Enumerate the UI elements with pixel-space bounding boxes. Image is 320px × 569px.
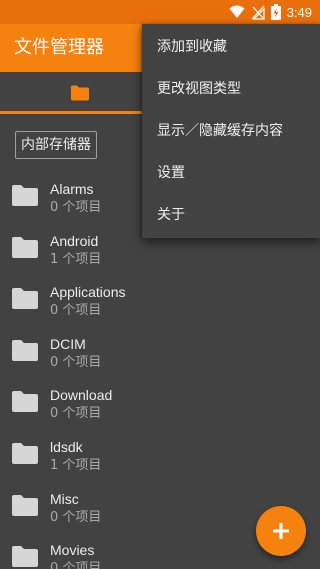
file-name: Misc [50,490,79,507]
list-item[interactable]: Applications 0 个项目 [0,273,320,325]
menu-item-about[interactable]: 关于 [142,194,320,236]
tab-folders[interactable] [0,72,160,114]
status-icons: 3:49 [229,3,312,21]
file-item-count: 0 个项目 [50,406,102,422]
file-item-count: 0 个项目 [50,303,102,319]
folder-icon [12,494,38,516]
file-manager-app: 3:49 文件管理器 内部存储器 Alarms 0 个项目 Android 1 … [0,0,320,569]
file-name: Android [50,232,99,249]
folder-icon [71,85,89,101]
file-name: DCIM [50,335,86,352]
file-item-count: 0 个项目 [50,509,102,525]
menu-item-toggle-cache[interactable]: 显示／隐藏缓存内容 [142,110,320,152]
menu-item-change-view-type[interactable]: 更改视图类型 [142,68,320,110]
folder-icon [12,339,38,361]
app-title: 文件管理器 [14,37,104,58]
tab-indicator [0,111,160,114]
list-item[interactable]: DCIM 0 个项目 [0,325,320,377]
list-item[interactable]: Download 0 个项目 [0,376,320,428]
status-time: 3:49 [286,4,312,20]
file-item-count: 1 个项目 [50,457,102,473]
list-item[interactable]: ldsdk 1 个项目 [0,428,320,480]
folder-icon [12,442,38,464]
folder-icon [12,185,38,206]
storage-location-button[interactable]: 内部存储器 [15,131,97,159]
file-name: Download [50,387,113,404]
file-item-count: 1 个项目 [50,251,102,267]
folder-icon [12,288,38,310]
file-item-count: 0 个项目 [50,200,102,215]
file-item-count: 0 个项目 [50,561,102,569]
menu-item-settings[interactable]: 设置 [142,152,320,194]
menu-item-add-to-favorites[interactable]: 添加到收藏 [142,26,320,68]
file-item-count: 0 个项目 [50,354,102,370]
file-name: Alarms [50,181,94,197]
sim-no-signal-icon [251,5,265,20]
folder-icon [12,391,38,413]
wifi-icon [229,5,245,18]
file-name: Applications [50,284,126,301]
file-name: ldsdk [50,438,83,455]
overflow-menu: 添加到收藏 更改视图类型 显示／隐藏缓存内容 设置 关于 [142,24,320,238]
status-bar: 3:49 [0,0,320,24]
add-button[interactable] [256,506,306,556]
file-name: Movies [50,542,95,559]
folder-icon [12,236,38,258]
folder-icon [12,546,38,568]
plus-icon [273,523,289,539]
battery-charging-icon [270,4,281,20]
